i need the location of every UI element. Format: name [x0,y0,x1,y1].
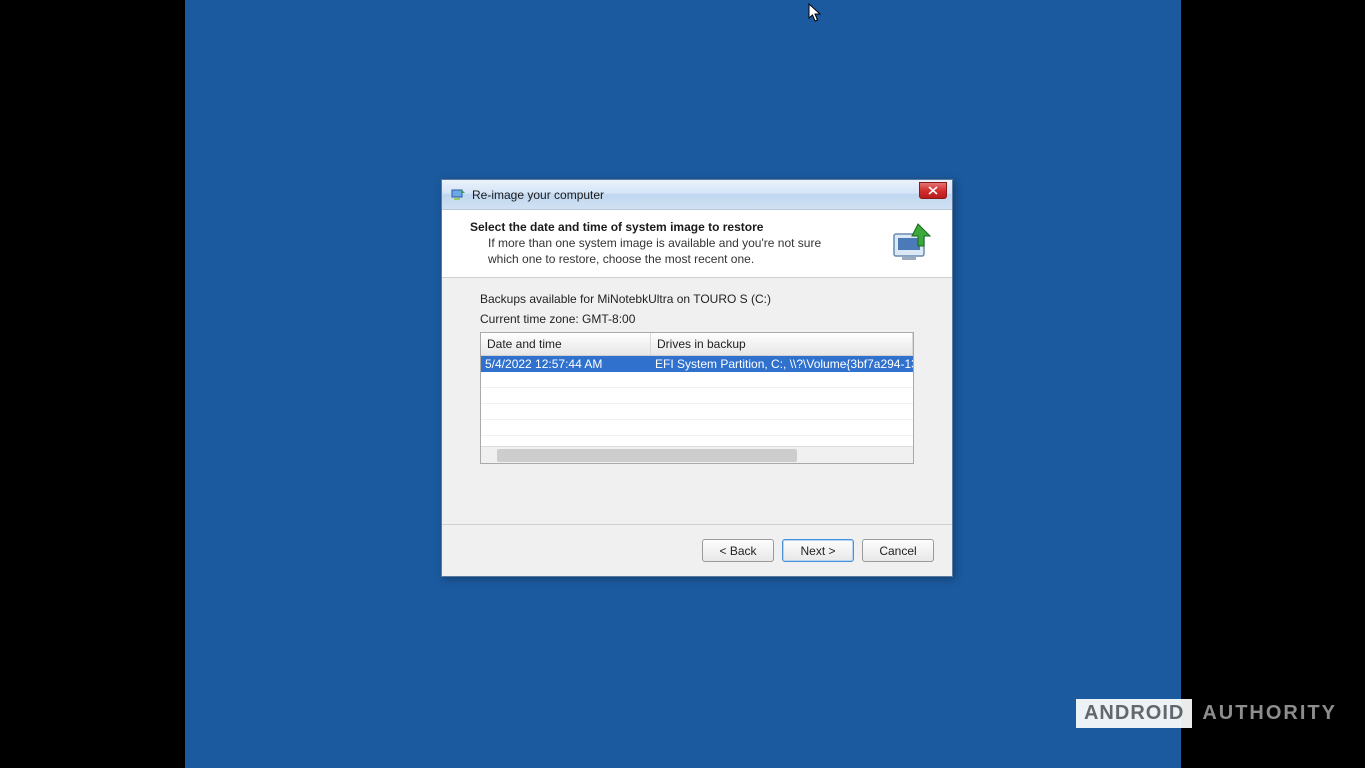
watermark-suffix: AUTHORITY [1202,702,1337,725]
cell-drives: EFI System Partition, C:, \\?\Volume{3bf… [651,357,913,371]
wizard-subheading: If more than one system image is availab… [470,236,850,267]
table-header: Date and time Drives in backup [481,333,913,356]
backup-list[interactable]: Date and time Drives in backup 5/4/2022 … [480,332,914,464]
column-datetime[interactable]: Date and time [481,333,651,355]
watermark: ANDROID AUTHORITY [1076,699,1337,728]
table-row [481,420,913,436]
cancel-button[interactable]: Cancel [862,539,934,562]
close-button[interactable] [919,182,947,199]
next-button[interactable]: Next > [782,539,854,562]
app-icon [450,187,466,203]
wizard-body: Backups available for MiNotebkUltra on T… [442,278,952,524]
window-title: Re-image your computer [472,188,604,202]
scrollbar-thumb[interactable] [497,449,797,462]
watermark-brand: ANDROID [1076,699,1192,728]
table-row [481,372,913,388]
table-row [481,388,913,404]
cell-datetime: 5/4/2022 12:57:44 AM [481,357,651,371]
titlebar[interactable]: Re-image your computer [442,180,952,210]
horizontal-scrollbar[interactable] [481,446,913,463]
table-row[interactable]: 5/4/2022 12:57:44 AM EFI System Partitio… [481,356,913,372]
table-row [481,404,913,420]
reimage-wizard-window: Re-image your computer Select the date a… [441,179,953,577]
restore-icon [888,220,934,266]
column-drives[interactable]: Drives in backup [651,333,913,355]
wizard-footer: < Back Next > Cancel [442,524,952,576]
wizard-heading: Select the date and time of system image… [470,220,878,234]
wizard-header: Select the date and time of system image… [442,210,952,278]
back-button[interactable]: < Back [702,539,774,562]
backups-available-label: Backups available for MiNotebkUltra on T… [480,292,914,306]
timezone-label: Current time zone: GMT-8:00 [480,312,914,326]
